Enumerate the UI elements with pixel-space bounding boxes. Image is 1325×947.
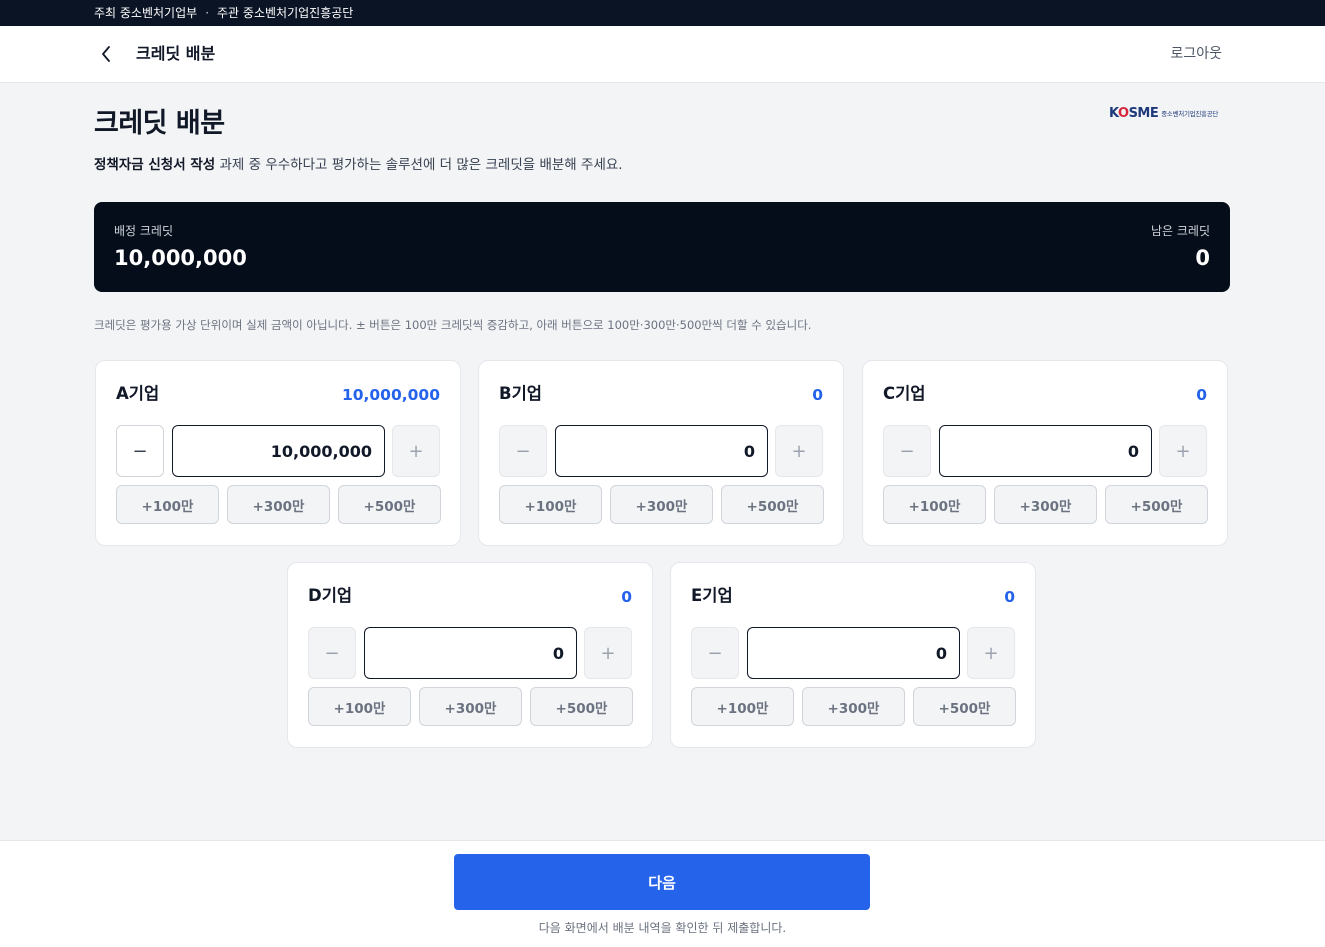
header: 크레딧 배분 로그아웃	[0, 26, 1325, 83]
add-100-button[interactable]: +100만	[883, 485, 986, 524]
company-amount: 0	[621, 588, 632, 606]
add-300-button[interactable]: +300만	[802, 687, 905, 726]
add-300-button[interactable]: +300만	[419, 687, 522, 726]
increment-button[interactable]: +	[967, 627, 1015, 679]
quick-add-row: +100만 +300만 +500만	[499, 485, 824, 524]
increment-button[interactable]: +	[392, 425, 440, 477]
remaining-credit-value: 0	[1195, 246, 1210, 270]
company-amount: 0	[1196, 386, 1207, 404]
quick-add-row: +100만 +300만 +500만	[691, 687, 1016, 726]
company-name: A기업	[116, 384, 160, 403]
back-button[interactable]	[96, 43, 116, 65]
footer: 다음 다음 화면에서 배분 내역을 확인한 뒤 제출합니다.	[0, 840, 1325, 947]
company-name: E기업	[691, 586, 733, 605]
description-highlight: 정책자금 신청서 작성	[94, 157, 216, 173]
credit-note: 크레딧은 평가용 가상 단위이며 실제 금액이 아닙니다. ± 버튼은 100만…	[94, 318, 812, 332]
quick-add-row: +100만 +300만 +500만	[116, 485, 441, 524]
add-300-button[interactable]: +300만	[610, 485, 713, 524]
quick-add-row: +100만 +300만 +500만	[883, 485, 1208, 524]
next-button[interactable]: 다음	[454, 854, 870, 910]
logo-wordmark: KOSME	[1109, 105, 1159, 121]
logout-link[interactable]: 로그아웃	[1170, 43, 1222, 65]
add-500-button[interactable]: +500만	[913, 687, 1016, 726]
company-amount: 10,000,000	[341, 386, 440, 404]
allocated-credit-label: 배정 크레딧	[114, 224, 174, 238]
add-500-button[interactable]: +500만	[530, 687, 633, 726]
page-description: 정책자금 신청서 작성 과제 중 우수하다고 평가하는 솔루션에 더 많은 크레…	[94, 155, 623, 175]
decrement-button[interactable]: −	[691, 627, 739, 679]
company-card-d: D기업 0 − + +100만 +300만 +500만	[287, 562, 653, 748]
decrement-button[interactable]: −	[883, 425, 931, 477]
add-300-button[interactable]: +300만	[227, 485, 330, 524]
company-card-e: E기업 0 − + +100만 +300만 +500만	[670, 562, 1036, 748]
separator: ·	[205, 6, 210, 20]
credit-input[interactable]	[555, 425, 768, 477]
company-card-c: C기업 0 − + +100만 +300만 +500만	[862, 360, 1228, 546]
decrement-button[interactable]: −	[308, 627, 356, 679]
kosme-logo: KOSME 중소벤처기업진흥공단	[1109, 103, 1218, 123]
add-500-button[interactable]: +500만	[338, 485, 441, 524]
company-card-a: A기업 10,000,000 − + +100만 +300만 +500만	[95, 360, 461, 546]
credit-input[interactable]	[364, 627, 577, 679]
credit-input[interactable]	[172, 425, 385, 477]
increment-button[interactable]: +	[584, 627, 632, 679]
credit-summary-panel: 배정 크레딧 10,000,000 남은 크레딧 0	[94, 202, 1230, 292]
company-card-b: B기업 0 − + +100만 +300만 +500만	[478, 360, 844, 546]
page-title: 크레딧 배분	[94, 108, 225, 139]
add-100-button[interactable]: +100만	[499, 485, 602, 524]
remaining-credit-label: 남은 크레딧	[1150, 224, 1210, 238]
host-label: 주최 중소벤처기업부	[94, 6, 198, 20]
add-100-button[interactable]: +100만	[691, 687, 794, 726]
company-amount: 0	[1004, 588, 1015, 606]
header-title: 크레딧 배분	[136, 44, 216, 63]
company-amount: 0	[812, 386, 823, 404]
chevron-left-icon	[102, 46, 110, 62]
credit-input[interactable]	[939, 425, 1152, 477]
add-100-button[interactable]: +100만	[116, 485, 219, 524]
company-name: C기업	[883, 384, 926, 403]
logo-subtext: 중소벤처기업진흥공단	[1161, 110, 1219, 118]
credit-input[interactable]	[747, 627, 960, 679]
decrement-button[interactable]: −	[499, 425, 547, 477]
company-name: B기업	[499, 384, 542, 403]
top-info-bar: 주최 중소벤처기업부 · 주관 중소벤처기업진흥공단	[0, 0, 1325, 26]
add-500-button[interactable]: +500만	[721, 485, 824, 524]
increment-button[interactable]: +	[1159, 425, 1207, 477]
description-text: 과제 중 우수하다고 평가하는 솔루션에 더 많은 크레딧을 배분해 주세요.	[215, 157, 623, 173]
add-500-button[interactable]: +500만	[1105, 485, 1208, 524]
organizer-label: 주관 중소벤처기업진흥공단	[217, 6, 354, 20]
add-100-button[interactable]: +100만	[308, 687, 411, 726]
footer-hint: 다음 화면에서 배분 내역을 확인한 뒤 제출합니다.	[538, 921, 787, 935]
increment-button[interactable]: +	[775, 425, 823, 477]
add-300-button[interactable]: +300만	[994, 485, 1097, 524]
allocated-credit-value: 10,000,000	[114, 246, 247, 270]
decrement-button[interactable]: −	[116, 425, 164, 477]
quick-add-row: +100만 +300만 +500만	[308, 687, 633, 726]
company-name: D기업	[308, 586, 353, 605]
